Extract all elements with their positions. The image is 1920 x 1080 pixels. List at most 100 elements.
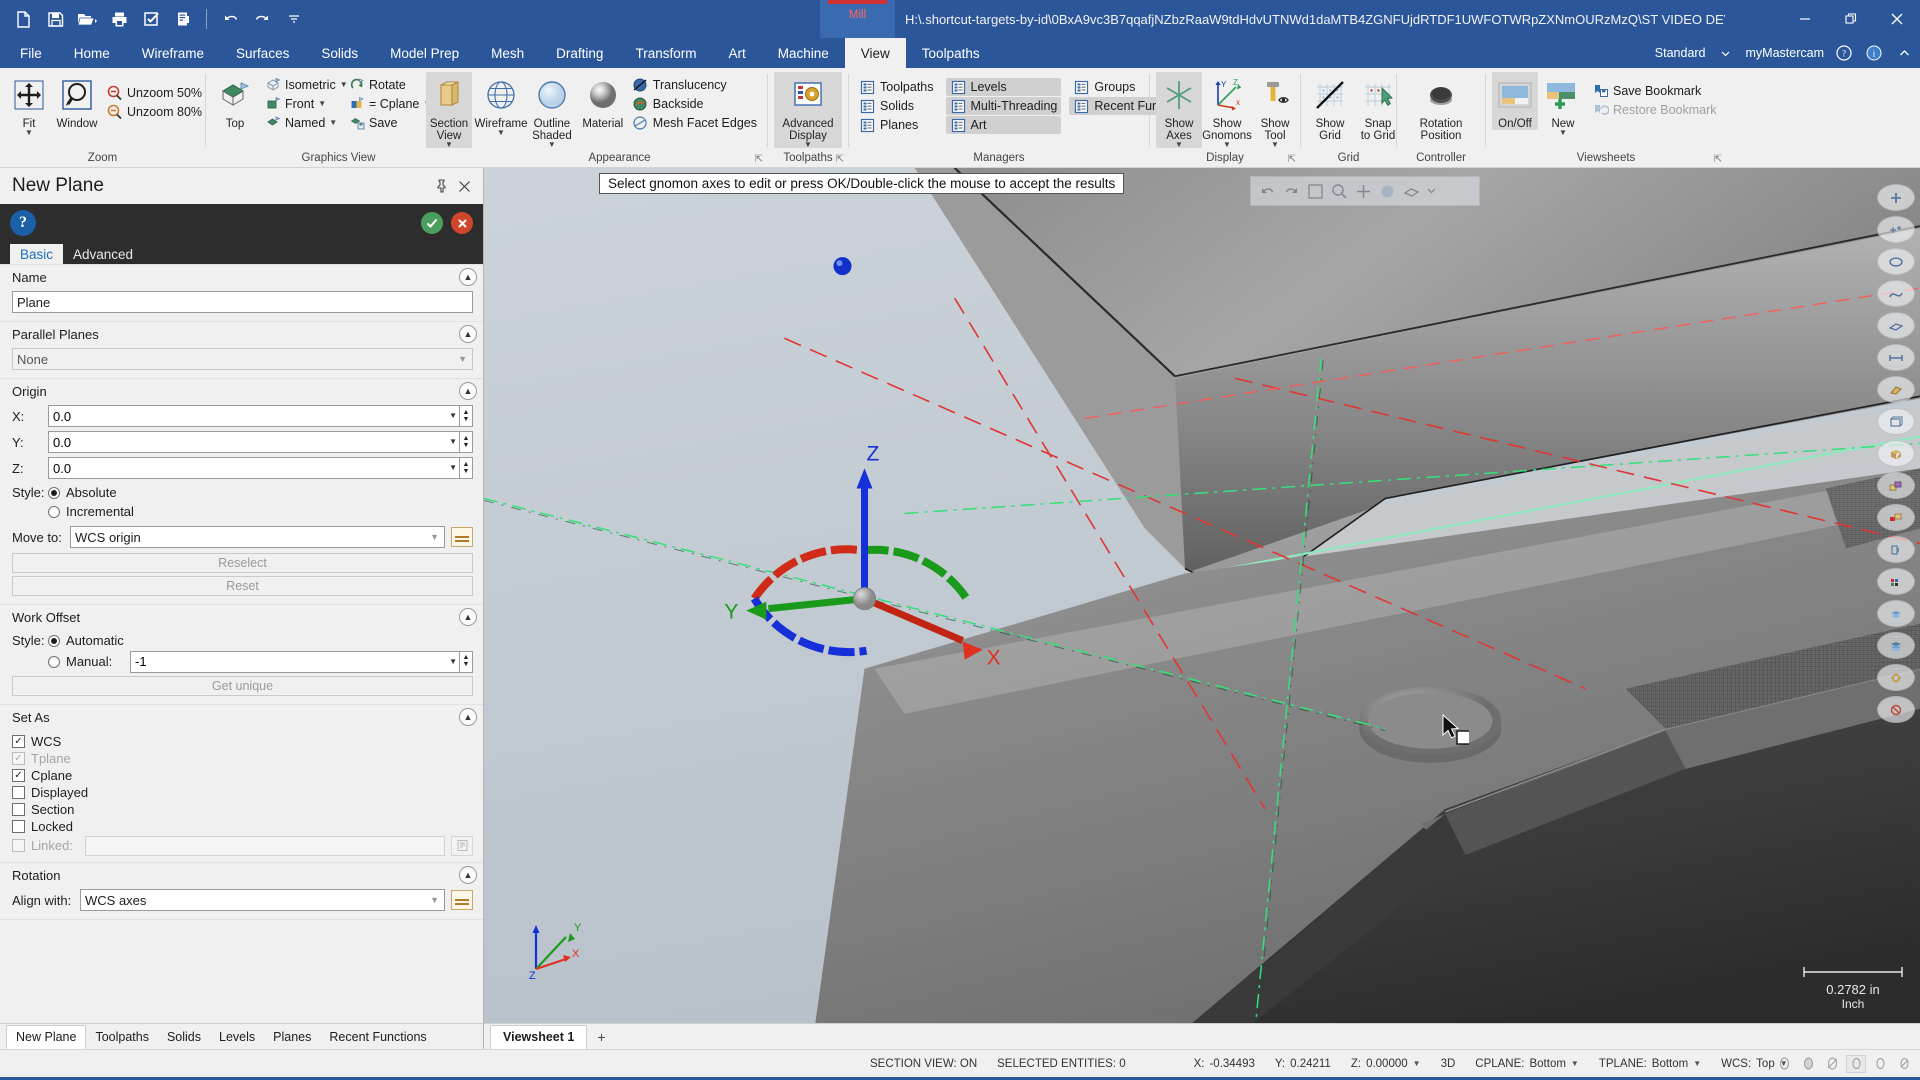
ribbon-tab-solids[interactable]: Solids — [305, 38, 374, 68]
chevron-down-icon[interactable] — [1427, 183, 1444, 200]
checkbox-row-wcs[interactable]: ✓ WCS — [12, 733, 473, 750]
origin-x-input[interactable] — [48, 405, 459, 427]
ribbon-tab-drafting[interactable]: Drafting — [540, 38, 619, 68]
origin-y-stepper[interactable]: ▲ ▼ — [459, 431, 473, 453]
viewport-floating-toolbar[interactable] — [1250, 176, 1480, 206]
chevron-down-icon[interactable]: ▼ — [329, 119, 337, 127]
print-icon[interactable] — [104, 4, 134, 34]
chevron-down-icon[interactable]: ▼ — [548, 141, 556, 149]
origin-y-input[interactable] — [48, 431, 459, 453]
chevron-down-icon[interactable]: ▼ — [445, 141, 453, 149]
chevron-down-icon[interactable]: ▼ — [1413, 1059, 1421, 1068]
move-to-select[interactable]: WCS origin ▼ — [70, 526, 445, 548]
checkbox-row-locked[interactable]: Locked — [12, 818, 473, 835]
ribbon-tab-view[interactable]: View — [844, 38, 906, 68]
manager-art-button[interactable]: Art — [945, 116, 1062, 134]
status-cplane[interactable]: CPLANE: Bottom ▼ — [1465, 1058, 1589, 1070]
view2-icon[interactable] — [1870, 1055, 1890, 1073]
show-grid-button[interactable]: Show Grid — [1307, 72, 1353, 142]
get-unique-button[interactable]: Get unique — [12, 676, 473, 696]
rotate-button[interactable]: Rotate — [344, 76, 424, 94]
ok-check-icon[interactable] — [421, 212, 443, 234]
chevron-down-icon[interactable]: ▼ — [804, 141, 812, 149]
radio-manual[interactable] — [48, 655, 60, 668]
redo-icon[interactable] — [247, 4, 277, 34]
window-select-icon[interactable] — [1877, 472, 1915, 499]
show-tool-button[interactable]: Show Tool ▼ — [1252, 72, 1298, 149]
isometric-button[interactable]: Isometric ▼ — [260, 76, 348, 94]
ribbon-tab-file[interactable]: File — [4, 38, 58, 68]
chevron-down-icon[interactable]: ▼ — [497, 129, 505, 137]
chevron-up-icon[interactable]: ▲ — [459, 268, 477, 286]
wireframe-button[interactable]: Wireframe ▼ — [474, 72, 528, 137]
reselect-button[interactable]: Reselect — [12, 553, 473, 573]
user-account-icon[interactable] — [1716, 43, 1736, 63]
outline-shaded-button[interactable]: Outline Shaded ▼ — [526, 72, 578, 149]
mesh-facet-edges-button[interactable]: Mesh Facet Edges — [628, 114, 761, 132]
show-axes-button[interactable]: Show Axes ▼ — [1156, 72, 1202, 149]
manager-solids-button[interactable]: Solids — [855, 97, 938, 115]
chevron-down-icon[interactable]: ▼ — [1693, 1059, 1701, 1068]
viewsheet-tab-1[interactable]: Viewsheet 1 — [490, 1024, 588, 1049]
info-icon[interactable]: i — [1864, 43, 1884, 63]
checkbox-section[interactable] — [12, 803, 25, 816]
align-with-menu-button[interactable] — [451, 890, 473, 910]
translucency-button[interactable]: Translucency — [628, 76, 761, 94]
chevron-down-icon[interactable]: ▼ — [1559, 129, 1567, 137]
spline-icon[interactable] — [1877, 280, 1915, 307]
save-bookmark-button[interactable]: Save Bookmark — [1588, 82, 1721, 100]
tab-basic[interactable]: Basic — [10, 244, 64, 264]
shaded-icon[interactable] — [1798, 1055, 1818, 1073]
bottom-tab-toolpaths[interactable]: Toolpaths — [86, 1025, 158, 1049]
checkbox-row-displayed[interactable]: Displayed — [12, 784, 473, 801]
origin-x-stepper[interactable]: ▲ ▼ — [459, 405, 473, 427]
config-label[interactable]: Standard — [1655, 46, 1706, 60]
work-offset-stepper[interactable]: ▲ ▼ — [459, 650, 473, 673]
report-icon[interactable] — [168, 4, 198, 34]
radio-absolute[interactable] — [48, 486, 60, 499]
ribbon-tab-transform[interactable]: Transform — [619, 38, 712, 68]
chevron-up-icon[interactable]: ▲ — [459, 325, 477, 343]
status-tplane[interactable]: TPLANE: Bottom ▼ — [1589, 1058, 1711, 1070]
restore-button[interactable] — [1828, 0, 1874, 38]
undo-icon[interactable] — [1259, 183, 1276, 200]
viewsheets-dialog-launcher[interactable]: ⇱ — [1714, 152, 1722, 167]
minimize-button[interactable] — [1782, 0, 1828, 38]
translucent-icon[interactable] — [1822, 1055, 1842, 1073]
chevron-down-icon[interactable]: ▼ — [1175, 141, 1183, 149]
fit-icon[interactable] — [1307, 183, 1324, 200]
ribbon-tab-home[interactable]: Home — [58, 38, 126, 68]
chamfer-icon[interactable] — [1877, 376, 1915, 403]
pin-icon[interactable] — [431, 175, 453, 197]
tab-advanced[interactable]: Advanced — [63, 244, 143, 264]
origin-z-stepper[interactable]: ▲ ▼ — [459, 457, 473, 479]
help-icon[interactable]: ? — [1834, 43, 1854, 63]
plane-icon[interactable] — [1403, 183, 1420, 200]
open-icon[interactable] — [72, 4, 102, 34]
ribbon-tab-surfaces[interactable]: Surfaces — [220, 38, 305, 68]
unzoom-50-button[interactable]: Unzoom 50% — [102, 84, 206, 102]
chevron-down-icon[interactable]: ▼ — [449, 411, 457, 420]
bottom-tab-recent-functions[interactable]: Recent Functions — [320, 1025, 435, 1049]
checkbox-locked[interactable] — [12, 820, 25, 833]
work-offset-manual-input[interactable] — [130, 650, 459, 673]
chevron-up-icon[interactable]: ▲ — [459, 608, 477, 626]
section-view-button[interactable]: Section View ▼ — [426, 72, 472, 149]
surface-icon[interactable] — [1877, 312, 1915, 339]
checkbox-wcs[interactable]: ✓ — [12, 735, 25, 748]
manager-multithreading-button[interactable]: Multi-Threading — [945, 97, 1062, 115]
distance-icon[interactable] — [1877, 344, 1915, 371]
material-button[interactable]: Material — [580, 72, 626, 130]
top-view-button[interactable]: Top — [212, 72, 258, 130]
customize-qat-icon[interactable] — [279, 4, 309, 34]
ribbon-tab-machine[interactable]: Machine — [762, 38, 845, 68]
close-icon[interactable] — [453, 175, 475, 197]
pan-icon[interactable] — [1355, 183, 1372, 200]
cancel-x-icon[interactable] — [451, 212, 473, 234]
bottom-tab-solids[interactable]: Solids — [158, 1025, 210, 1049]
viewsheets-onoff-button[interactable]: On/Off — [1492, 72, 1538, 130]
chevron-up-icon[interactable]: ▲ — [459, 708, 477, 726]
zoom-icon[interactable] — [1331, 183, 1348, 200]
appearance-dialog-launcher[interactable]: ⇱ — [755, 152, 763, 167]
zoom-window-button[interactable]: Window — [54, 72, 100, 130]
